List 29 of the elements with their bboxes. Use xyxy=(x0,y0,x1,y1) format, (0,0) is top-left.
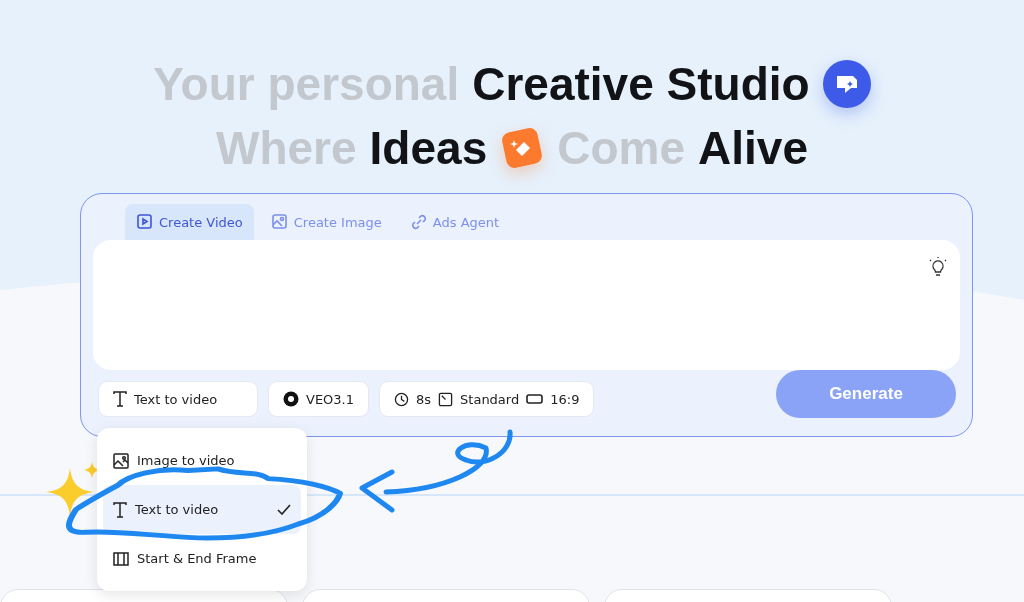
prompt-field[interactable] xyxy=(93,240,960,370)
mode-option[interactable]: Start & End Frame xyxy=(103,534,301,583)
clock-icon xyxy=(394,391,409,407)
chat-badge-icon xyxy=(822,60,871,108)
mode-select[interactable]: Text to video xyxy=(98,381,258,417)
image-icon xyxy=(113,452,129,469)
text-icon xyxy=(113,501,127,518)
tab[interactable]: Create Video xyxy=(125,204,254,240)
mode-option[interactable]: Text to video xyxy=(103,485,301,534)
pen-badge-icon xyxy=(500,126,545,170)
settings-select[interactable]: 8s Standard 16:9 xyxy=(379,381,595,417)
headline-text: Ideas xyxy=(369,121,488,176)
link-icon xyxy=(409,213,428,231)
model-select[interactable]: VEO3.1 xyxy=(268,381,369,417)
checkmark-icon xyxy=(277,504,291,515)
headline-text: Alive xyxy=(698,121,808,176)
model-logo-icon xyxy=(283,391,299,407)
film-icon xyxy=(113,551,129,566)
video-icon xyxy=(136,213,154,231)
text-icon xyxy=(113,391,127,407)
resolution-icon xyxy=(438,391,454,407)
headline-text: Creative Studio xyxy=(472,57,810,112)
duration-text: 8s xyxy=(416,391,432,407)
image-icon xyxy=(270,213,289,231)
mode-option[interactable]: Image to video xyxy=(103,436,301,485)
lightbulb-icon[interactable] xyxy=(928,256,948,278)
aspect-ratio-icon xyxy=(526,394,544,404)
ratio-text: 16:9 xyxy=(550,391,580,407)
quality-text: Standard xyxy=(460,391,520,407)
